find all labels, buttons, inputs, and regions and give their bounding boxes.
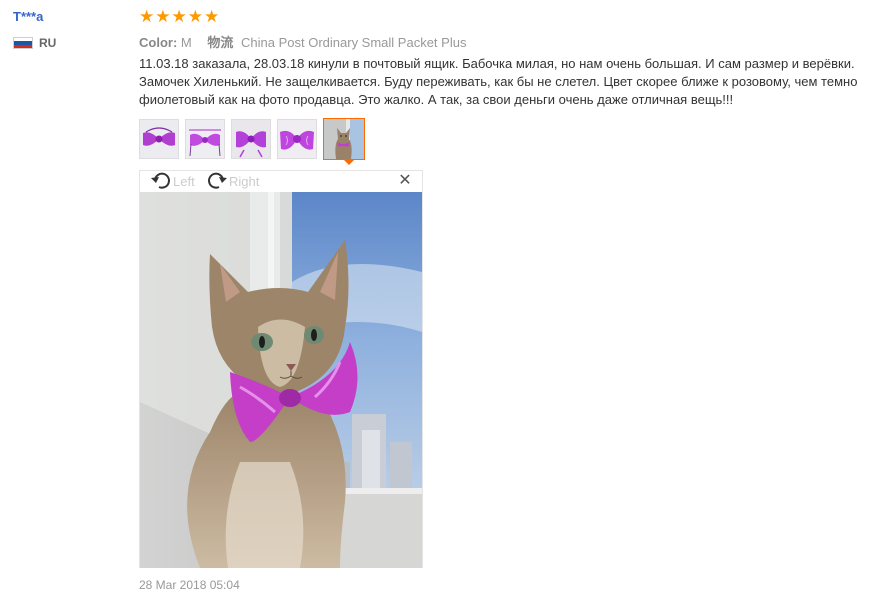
review-content: ★ ★ ★ ★ ★ Color: M 物流 China Post Ordinary Sm… — [139, 0, 895, 606]
cat-photo-icon — [140, 192, 422, 568]
bow-tie-photo-icon — [232, 120, 270, 158]
photo-viewer-toolbar: Left Right ✕ — [140, 171, 422, 192]
logistics-value: China Post Ordinary Small Packet Plus — [241, 35, 467, 50]
bow-tie-photo-icon — [140, 120, 178, 158]
reviewer-name[interactable]: T***a — [13, 9, 43, 24]
reviewer-info: T***a RU — [0, 0, 130, 606]
star-icon: ★ — [171, 7, 187, 26]
rotate-left-label: Left — [173, 173, 195, 189]
photo-thumbnails — [139, 118, 371, 161]
order-attributes: Color: M 物流 China Post Ordinary Small Pa… — [139, 32, 466, 51]
star-icon: ★ — [155, 7, 171, 26]
reviewer-country: RU — [13, 35, 56, 51]
rotate-left-button[interactable]: Left — [150, 172, 195, 190]
color-label: Color: — [139, 35, 178, 50]
close-icon[interactable]: ✕ — [397, 173, 413, 189]
logistics-label: 物流 — [207, 35, 234, 50]
photo-viewer: Left Right ✕ — [139, 170, 423, 568]
review-photo — [140, 192, 422, 568]
thumbnail-1[interactable] — [139, 119, 179, 159]
rotate-left-icon — [151, 172, 170, 189]
cat-photo-icon — [324, 119, 364, 159]
color-value: M — [180, 35, 192, 50]
star-icon: ★ — [139, 7, 155, 26]
star-rating: ★ ★ ★ ★ ★ — [139, 7, 219, 27]
thumbnail-4[interactable] — [277, 119, 317, 159]
thumbnail-2[interactable] — [185, 119, 225, 159]
star-icon: ★ — [204, 7, 220, 26]
review-text: 11.03.18 заказала, 28.03.18 кинули в поч… — [139, 56, 858, 107]
star-icon: ★ — [187, 7, 203, 26]
thumbnail-5-selected[interactable] — [323, 118, 365, 160]
review-date: 28 Mar 2018 05:04 — [139, 578, 240, 592]
bow-tie-photo-icon — [186, 120, 224, 158]
country-code: RU — [39, 36, 57, 50]
rotate-right-button[interactable]: Right — [206, 172, 259, 190]
bow-tie-photo-icon — [278, 120, 316, 158]
rotate-right-icon — [208, 172, 227, 189]
rotate-right-label: Right — [229, 173, 260, 189]
russia-flag-icon — [13, 37, 33, 49]
thumbnail-3[interactable] — [231, 119, 271, 159]
selected-thumbnail-indicator — [344, 160, 354, 165]
